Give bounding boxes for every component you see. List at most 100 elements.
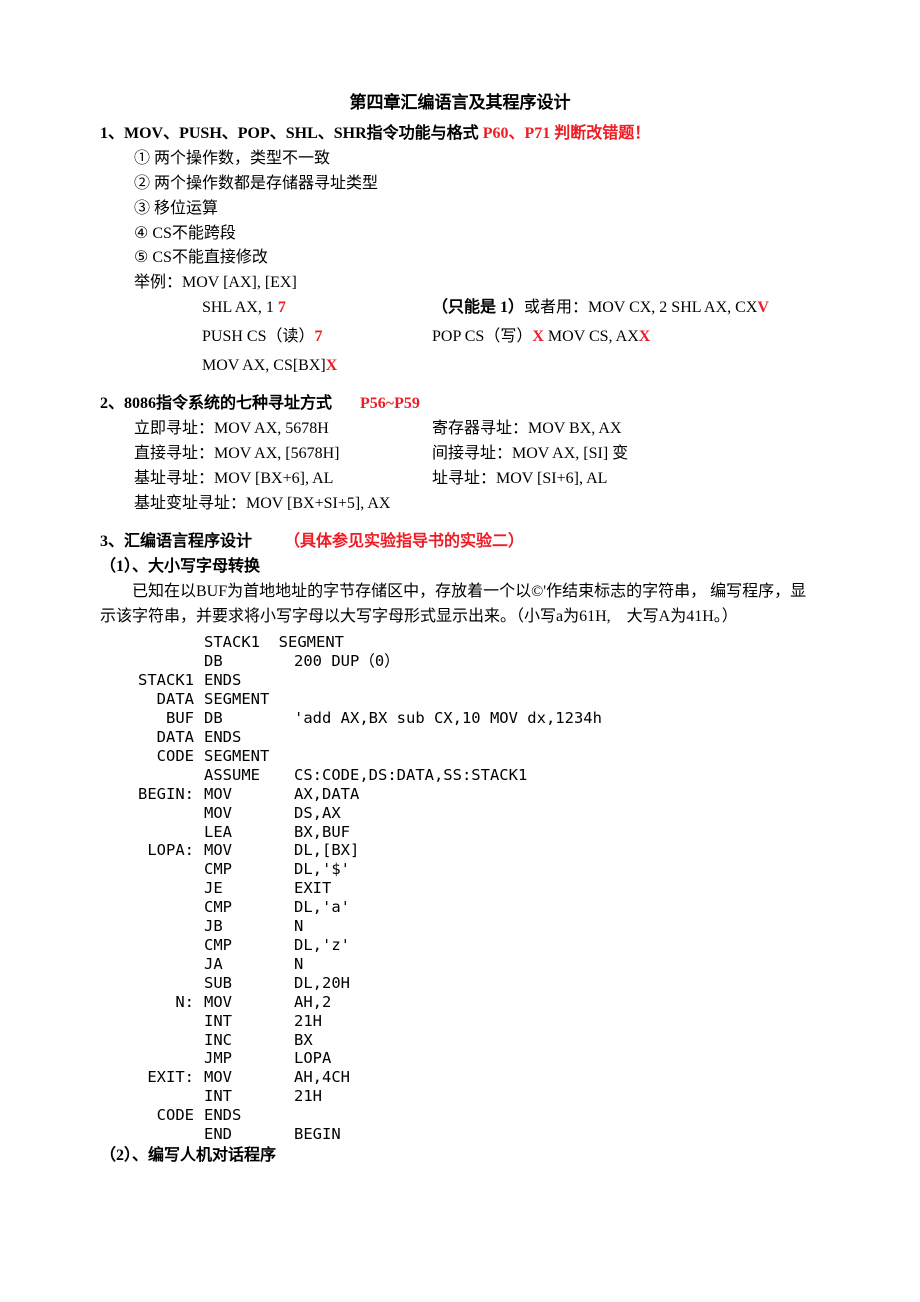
- ex1-code: MOV [AX], [EX]: [182, 274, 297, 291]
- sec1-item-4: ④ CS不能跨段: [134, 222, 820, 247]
- ex4-line: MOV AX, CS[BX]X: [202, 354, 820, 379]
- sec2-r1c1: 立即寻址：MOV AX, 5678H: [134, 417, 432, 442]
- code-row: INCBX: [120, 1031, 820, 1050]
- code-row: SUBDL,20H: [120, 974, 820, 993]
- ex3-right-d: X: [639, 328, 651, 345]
- ex3-left-text: PUSH CS（读）: [202, 328, 314, 345]
- code-op: MOV: [204, 993, 294, 1012]
- sec3-para1: 已知在以BUF为首地地址的字节存储区中，存放着一个以©'作结束标志的字符串， 编…: [100, 580, 820, 630]
- code-label: [120, 955, 204, 974]
- ex2-left: SHL AX, 1 7: [202, 296, 432, 321]
- code-label: LOPA:: [120, 841, 204, 860]
- code-row: ASSUMECS:CODE,DS:DATA,SS:STACK1: [120, 766, 820, 785]
- ex3-left: PUSH CS（读）7: [202, 325, 432, 350]
- code-arg: [294, 1106, 820, 1125]
- code-label: [120, 1012, 204, 1031]
- code-line: STACK1 SEGMENT: [204, 633, 820, 652]
- code-row: CMPDL,'a': [120, 898, 820, 917]
- sec2-heading-text: 2、8086指令系统的七种寻址方式: [100, 395, 332, 412]
- code-label: [120, 898, 204, 917]
- code-op: MOV: [204, 785, 294, 804]
- assembly-code: STACK1 SEGMENTDB200 DUP（0）STACK1ENDSDATA…: [120, 633, 820, 1143]
- ex2-right-text: 或者用：MOV CX, 2 SHL AX, CX: [524, 299, 757, 316]
- code-label: EXIT:: [120, 1068, 204, 1087]
- code-op: INT: [204, 1012, 294, 1031]
- code-op: ENDS: [204, 728, 294, 747]
- code-op: JA: [204, 955, 294, 974]
- code-arg: [294, 728, 820, 747]
- code-arg: N: [294, 917, 820, 936]
- code-row: DATAENDS: [120, 728, 820, 747]
- code-row: CMPDL,'z': [120, 936, 820, 955]
- code-label: [120, 804, 204, 823]
- code-arg: BX,BUF: [294, 823, 820, 842]
- ex2-left-text: SHL AX, 1: [202, 299, 274, 316]
- ex3-right: POP CS（写）X MOV CS, AXX: [432, 325, 820, 350]
- sec2-r1c2: 寄存器寻址：MOV BX, AX: [432, 417, 820, 442]
- ex3-right-c: MOV CS, AX: [544, 328, 639, 345]
- code-label: [120, 766, 204, 785]
- code-op: INT: [204, 1087, 294, 1106]
- code-arg: DL,20H: [294, 974, 820, 993]
- ex4-red: X: [326, 357, 338, 374]
- code-op: SEGMENT: [204, 747, 294, 766]
- code-row: BEGIN:MOVAX,DATA: [120, 785, 820, 804]
- code-row: ENDBEGIN: [120, 1125, 820, 1144]
- code-row: DB200 DUP（0）: [120, 652, 820, 671]
- sec3-heading-b: （具体参见实验指导书的实验二）: [284, 533, 524, 550]
- code-arg: AH,4CH: [294, 1068, 820, 1087]
- code-row: INT21H: [120, 1012, 820, 1031]
- code-label: [120, 1031, 204, 1050]
- code-label: [120, 1049, 204, 1068]
- ex2-right-red: V: [757, 299, 769, 316]
- code-row: CMPDL,'$': [120, 860, 820, 879]
- code-arg: [294, 690, 820, 709]
- code-arg: DL,'$': [294, 860, 820, 879]
- code-label: [120, 652, 204, 671]
- code-label: BUF: [120, 709, 204, 728]
- sec1-item-2: ② 两个操作数都是存储器寻址类型: [134, 172, 820, 197]
- ex2-left-red: 7: [274, 299, 286, 316]
- code-label: [120, 917, 204, 936]
- code-arg: [294, 747, 820, 766]
- code-arg: EXIT: [294, 879, 820, 898]
- code-op: ENDS: [204, 1106, 294, 1125]
- code-op: END: [204, 1125, 294, 1144]
- code-op: SEGMENT: [204, 690, 294, 709]
- code-arg: [294, 671, 820, 690]
- code-arg: BX: [294, 1031, 820, 1050]
- ex3-left-red: 7: [314, 328, 322, 345]
- code-arg: 21H: [294, 1087, 820, 1106]
- code-arg: 21H: [294, 1012, 820, 1031]
- code-label: BEGIN:: [120, 785, 204, 804]
- code-arg: DL,[BX]: [294, 841, 820, 860]
- code-op: DB: [204, 652, 294, 671]
- code-label: DATA: [120, 728, 204, 747]
- code-row: STACK1ENDS: [120, 671, 820, 690]
- section-3-heading: 3、汇编语言程序设计 （具体参见实验指导书的实验二）: [100, 530, 820, 555]
- code-label: [120, 936, 204, 955]
- code-arg: 200 DUP（0）: [294, 652, 820, 671]
- code-label: DATA: [120, 690, 204, 709]
- code-op: MOV: [204, 804, 294, 823]
- ex3-right-a: POP CS（写）: [432, 328, 532, 345]
- code-arg: AX,DATA: [294, 785, 820, 804]
- sec2-r3c1: 基址寻址：MOV [BX+6], AL: [134, 467, 432, 492]
- code-op: MOV: [204, 1068, 294, 1087]
- code-row: JBN: [120, 917, 820, 936]
- code-row: JAN: [120, 955, 820, 974]
- code-arg: 'add AX,BX sub CX,10 MOV dx,1234h: [294, 709, 820, 728]
- code-op: SUB: [204, 974, 294, 993]
- ex3-right-b: X: [532, 328, 544, 345]
- code-label: [120, 633, 204, 652]
- code-op: DB: [204, 709, 294, 728]
- code-label: [120, 974, 204, 993]
- sec2-r2c1: 直接寻址：MOV AX, [5678H]: [134, 442, 432, 467]
- code-op: CMP: [204, 936, 294, 955]
- code-arg: AH,2: [294, 993, 820, 1012]
- code-op: JMP: [204, 1049, 294, 1068]
- sec3-sub2: （2）、编写人机对话程序: [100, 1144, 820, 1169]
- code-label: STACK1: [120, 671, 204, 690]
- code-row: BUFDB'add AX,BX sub CX,10 MOV dx,1234h: [120, 709, 820, 728]
- sec2-r4: 基址变址寻址：MOV [BX+SI+5], AX: [134, 492, 820, 517]
